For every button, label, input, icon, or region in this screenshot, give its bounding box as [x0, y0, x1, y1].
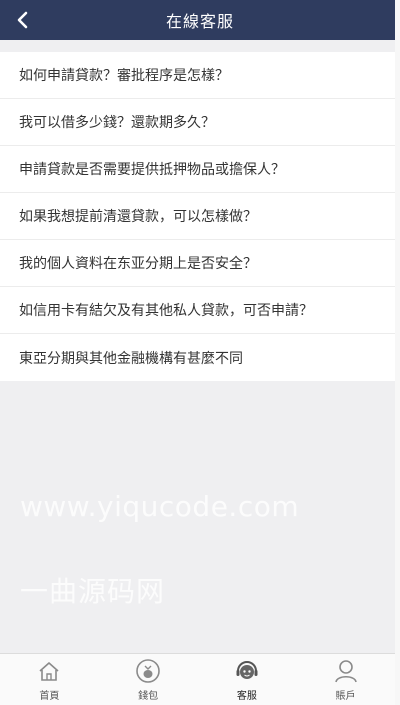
tab-home[interactable]: 首頁	[0, 654, 99, 705]
tab-label: 賬戶	[335, 691, 356, 702]
faq-item[interactable]: 如信用卡有結欠及有其他私人貸款，可否申請？	[0, 287, 395, 334]
faq-item[interactable]: 如何申請貸款？審批程序是怎樣？	[0, 52, 395, 99]
bottom-tabbar: 首頁 錢包 客服 賬戶	[0, 653, 395, 705]
home-icon	[36, 658, 62, 684]
tab-wallet[interactable]: 錢包	[99, 654, 198, 705]
right-edge	[395, 0, 400, 705]
customer-service-icon	[234, 658, 260, 684]
page-title: 在線客服	[165, 12, 234, 31]
watermark-text: 一曲源码网	[20, 575, 166, 608]
top-header: 在線客服	[0, 0, 400, 40]
tab-account[interactable]: 賬戶	[296, 654, 395, 705]
faq-item[interactable]: 如果我想提前清還貸款，可以怎樣做？	[0, 193, 395, 240]
faq-item[interactable]: 我可以借多少錢？還款期多久？	[0, 99, 395, 146]
back-button[interactable]	[12, 9, 32, 31]
tab-label: 首頁	[39, 691, 60, 702]
chevron-left-icon	[17, 11, 28, 29]
faq-item[interactable]: 東亞分期與其他金融機構有甚麼不同	[0, 334, 395, 381]
faq-item[interactable]: 我的個人資料在东亚分期上是否安全？	[0, 240, 395, 287]
tab-label: 客服	[236, 691, 257, 702]
tab-label: 錢包	[138, 691, 159, 702]
faq-item[interactable]: 申請貸款是否需要提供抵押物品或擔保人？	[0, 146, 395, 193]
watermark-url: www.yiqucode.com	[20, 490, 300, 523]
account-icon	[333, 658, 359, 684]
faq-list: 如何申請貸款？審批程序是怎樣？ 我可以借多少錢？還款期多久？ 申請貸款是否需要提…	[0, 52, 395, 381]
tab-customer-service[interactable]: 客服	[198, 654, 297, 705]
wallet-icon	[135, 658, 161, 684]
